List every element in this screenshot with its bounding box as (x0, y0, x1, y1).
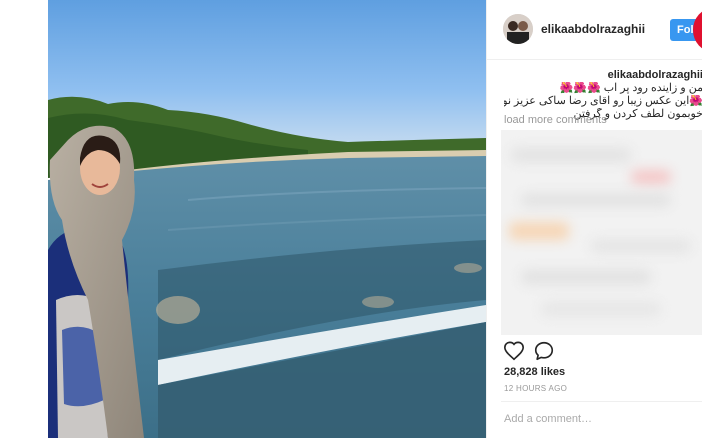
caption-line-1: من و زاینده رود پر آب 🌺🌺🌺 (559, 82, 702, 94)
avatar[interactable] (503, 14, 533, 44)
river-photo-illustration (48, 0, 486, 438)
comment-bubble-icon[interactable] (533, 340, 555, 362)
caption-line-2: 🌺این عکس زیبا رو آقای رضا ساکی عزیز نویس… (504, 95, 702, 107)
heart-icon[interactable] (503, 340, 525, 362)
post-sidebar: elikaabdolrazaghii Foll elikaabdolrazagh… (486, 0, 702, 438)
post-username[interactable]: elikaabdolrazaghii (541, 22, 645, 36)
divider (501, 401, 702, 402)
avatar-image (503, 14, 533, 44)
caption-username[interactable]: elikaabdolrazaghii (608, 69, 702, 81)
left-margin (0, 0, 48, 438)
post-timestamp[interactable]: 12 HOURS AGO (504, 384, 567, 393)
post-actions (503, 340, 693, 362)
post-photo[interactable] (48, 0, 486, 438)
notification-badge (693, 8, 702, 52)
likes-count[interactable]: 28,828 likes (504, 366, 565, 378)
blurred-comments-area (501, 130, 702, 335)
add-comment-input[interactable]: Add a comment… (504, 413, 592, 425)
load-more-comments-link[interactable]: load more comments (504, 114, 607, 126)
post-header: elikaabdolrazaghii Foll (487, 0, 702, 60)
